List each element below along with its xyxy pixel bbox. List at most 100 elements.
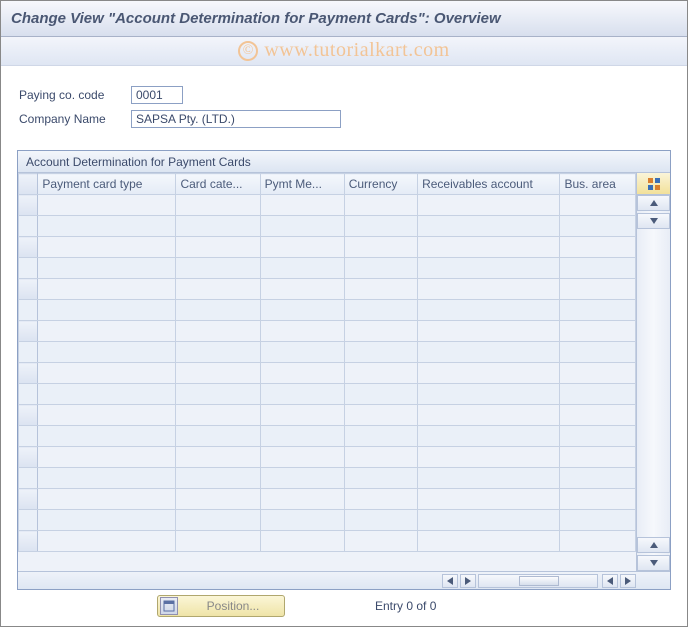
table-cell[interactable] — [560, 363, 636, 384]
table-cell[interactable] — [260, 216, 344, 237]
table-cell[interactable] — [176, 405, 260, 426]
table-cell[interactable] — [560, 510, 636, 531]
table-cell[interactable] — [344, 237, 417, 258]
table-cell[interactable] — [560, 489, 636, 510]
row-selector-cell[interactable] — [19, 216, 38, 237]
table-cell[interactable] — [260, 195, 344, 216]
row-selector-cell[interactable] — [19, 384, 38, 405]
row-selector-cell[interactable] — [19, 489, 38, 510]
table-cell[interactable] — [38, 195, 176, 216]
table-row[interactable] — [19, 342, 636, 363]
table-cell[interactable] — [176, 384, 260, 405]
table-cell[interactable] — [560, 195, 636, 216]
table-cell[interactable] — [560, 321, 636, 342]
table-row[interactable] — [19, 531, 636, 552]
table-cell[interactable] — [344, 321, 417, 342]
row-selector-cell[interactable] — [19, 468, 38, 489]
table-cell[interactable] — [418, 342, 560, 363]
vertical-scrollbar[interactable] — [637, 195, 670, 571]
table-cell[interactable] — [560, 468, 636, 489]
table-cell[interactable] — [260, 237, 344, 258]
table-cell[interactable] — [344, 342, 417, 363]
table-row[interactable] — [19, 216, 636, 237]
row-selector-cell[interactable] — [19, 300, 38, 321]
table-cell[interactable] — [38, 531, 176, 552]
table-cell[interactable] — [260, 426, 344, 447]
table-cell[interactable] — [260, 468, 344, 489]
table-cell[interactable] — [344, 363, 417, 384]
table-cell[interactable] — [176, 342, 260, 363]
table-row[interactable] — [19, 447, 636, 468]
table-cell[interactable] — [260, 258, 344, 279]
table-row[interactable] — [19, 510, 636, 531]
table-cell[interactable] — [176, 447, 260, 468]
scroll-up-button-bottom[interactable] — [637, 537, 670, 553]
table-cell[interactable] — [560, 426, 636, 447]
table-cell[interactable] — [560, 384, 636, 405]
row-selector-cell[interactable] — [19, 426, 38, 447]
table-cell[interactable] — [418, 195, 560, 216]
table-cell[interactable] — [38, 468, 176, 489]
table-cell[interactable] — [418, 489, 560, 510]
table-cell[interactable] — [176, 510, 260, 531]
table-cell[interactable] — [38, 258, 176, 279]
table-row[interactable] — [19, 279, 636, 300]
row-selector-cell[interactable] — [19, 195, 38, 216]
table-cell[interactable] — [176, 279, 260, 300]
row-selector-cell[interactable] — [19, 447, 38, 468]
row-selector-cell[interactable] — [19, 279, 38, 300]
table-row[interactable] — [19, 489, 636, 510]
table-cell[interactable] — [38, 447, 176, 468]
table-cell[interactable] — [560, 447, 636, 468]
table-cell[interactable] — [176, 216, 260, 237]
scroll-up-button[interactable] — [637, 195, 670, 211]
col-card-category[interactable]: Card cate... — [176, 174, 260, 195]
table-cell[interactable] — [344, 300, 417, 321]
table-cell[interactable] — [418, 468, 560, 489]
col-currency[interactable]: Currency — [344, 174, 417, 195]
table-cell[interactable] — [560, 300, 636, 321]
table-cell[interactable] — [38, 426, 176, 447]
table-cell[interactable] — [344, 468, 417, 489]
position-button[interactable]: Position... — [157, 595, 285, 617]
table-cell[interactable] — [38, 216, 176, 237]
table-row[interactable] — [19, 468, 636, 489]
table-row[interactable] — [19, 195, 636, 216]
table-cell[interactable] — [344, 447, 417, 468]
table-cell[interactable] — [560, 237, 636, 258]
table-cell[interactable] — [260, 342, 344, 363]
table-cell[interactable] — [38, 237, 176, 258]
table-cell[interactable] — [176, 468, 260, 489]
table-cell[interactable] — [418, 405, 560, 426]
table-cell[interactable] — [260, 510, 344, 531]
table-cell[interactable] — [176, 321, 260, 342]
row-selector-cell[interactable] — [19, 531, 38, 552]
row-selector-cell[interactable] — [19, 363, 38, 384]
table-row[interactable] — [19, 258, 636, 279]
table-cell[interactable] — [560, 258, 636, 279]
table-cell[interactable] — [418, 447, 560, 468]
table-cell[interactable] — [176, 363, 260, 384]
table-cell[interactable] — [176, 489, 260, 510]
paying-co-code-input[interactable] — [131, 86, 183, 104]
table-cell[interactable] — [38, 279, 176, 300]
table-cell[interactable] — [176, 300, 260, 321]
table-cell[interactable] — [344, 258, 417, 279]
table-cell[interactable] — [344, 531, 417, 552]
table-settings-button[interactable] — [637, 173, 670, 195]
table-cell[interactable] — [260, 321, 344, 342]
table-cell[interactable] — [38, 489, 176, 510]
table-cell[interactable] — [38, 384, 176, 405]
scroll-down-button[interactable] — [637, 213, 670, 229]
row-selector-cell[interactable] — [19, 342, 38, 363]
table-row[interactable] — [19, 384, 636, 405]
table-cell[interactable] — [260, 489, 344, 510]
table-cell[interactable] — [176, 531, 260, 552]
table-cell[interactable] — [344, 405, 417, 426]
col-pymt-method[interactable]: Pymt Me... — [260, 174, 344, 195]
data-grid[interactable]: Payment card type Card cate... Pymt Me..… — [18, 173, 636, 552]
table-cell[interactable] — [38, 405, 176, 426]
row-selector-cell[interactable] — [19, 237, 38, 258]
table-cell[interactable] — [560, 342, 636, 363]
table-row[interactable] — [19, 237, 636, 258]
